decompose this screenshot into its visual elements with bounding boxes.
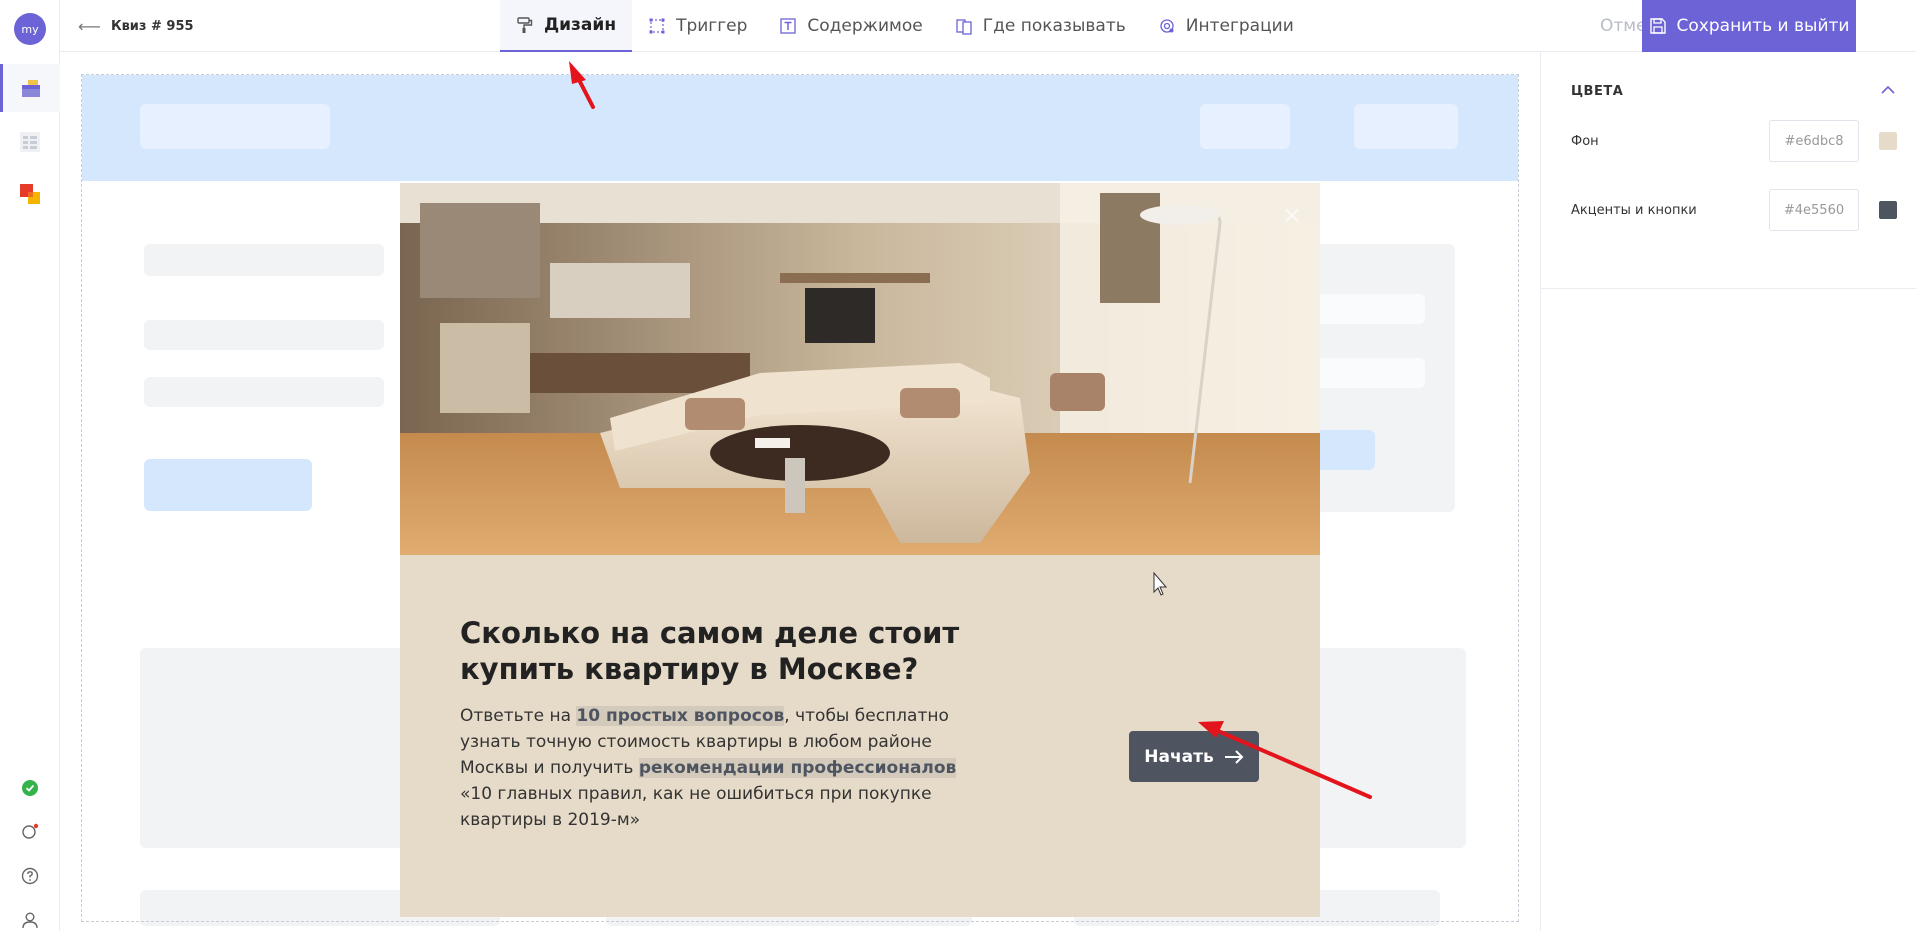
help-icon xyxy=(21,867,39,885)
profile-button[interactable] xyxy=(0,896,60,944)
color-swatch[interactable] xyxy=(1879,201,1897,219)
description-highlight: 10 простых вопросов xyxy=(576,706,785,726)
color-hex-input[interactable]: #4e5560 xyxy=(1769,189,1859,231)
status-check[interactable] xyxy=(0,764,60,812)
color-label: Фон xyxy=(1571,133,1599,149)
arrow-right-icon xyxy=(1224,749,1244,764)
description-highlight: рекомендации профессионалов xyxy=(638,758,957,778)
text-icon xyxy=(780,18,797,34)
color-row-accents: Акценты и кнопки #4e5560 xyxy=(1571,189,1897,231)
tab-where-to-show[interactable]: Где показывать xyxy=(939,0,1142,52)
description-text: «10 главных правил, как не ошибиться при… xyxy=(460,784,932,830)
tab-trigger-label: Триггер xyxy=(676,16,748,36)
popup-title: Сколько на самом деле стоит купить кварт… xyxy=(460,616,960,686)
start-button-label: Начать xyxy=(1144,746,1214,767)
colors-section: ЦВЕТА Фон #e6dbc8 Акценты и кнопки #4e55… xyxy=(1541,52,1916,289)
tab-design[interactable]: Дизайн xyxy=(500,0,633,52)
tab-design-label: Дизайн xyxy=(544,15,617,35)
help-button[interactable] xyxy=(0,852,60,900)
tab-integrations[interactable]: Интеграции xyxy=(1142,0,1310,52)
quiz-popup: × Сколько на самом деле стоит купить ква… xyxy=(400,183,1320,917)
floppy-disk-icon xyxy=(1649,18,1666,34)
pages-icon xyxy=(956,19,972,35)
tab-trigger[interactable]: Триггер xyxy=(632,0,763,52)
back-link[interactable]: ⟵ Квиз # 955 xyxy=(78,0,194,52)
color-swatch[interactable] xyxy=(1879,132,1897,150)
colors-section-title: ЦВЕТА xyxy=(1571,84,1624,99)
sidebar-item-quizzes[interactable] xyxy=(0,64,60,112)
tab-integrations-label: Интеграции xyxy=(1185,16,1294,36)
quiz-title: Квиз # 955 xyxy=(110,18,194,34)
color-label: Акценты и кнопки xyxy=(1571,202,1697,218)
tab-content-label: Содержимое xyxy=(807,16,923,36)
integrations-icon xyxy=(1160,19,1174,33)
left-sidebar: my xyxy=(0,0,60,931)
interior-photo: × xyxy=(400,183,1320,555)
paint-roller-icon xyxy=(517,17,533,33)
trigger-icon xyxy=(649,18,665,34)
avatar[interactable]: my xyxy=(14,13,46,45)
settings-panel: ЦВЕТА Фон #e6dbc8 Акценты и кнопки #4e55… xyxy=(1540,52,1916,931)
close-icon[interactable]: × xyxy=(1282,201,1302,229)
sidebar-item-apps[interactable] xyxy=(0,170,60,218)
sidebar-item-list[interactable] xyxy=(0,118,60,166)
check-circle-icon xyxy=(22,780,38,796)
tab-where-to-show-label: Где показывать xyxy=(982,16,1126,36)
chat-icon xyxy=(22,823,39,839)
popup-description: Ответьте на 10 простых вопросов, чтобы б… xyxy=(460,703,960,833)
user-icon xyxy=(22,912,38,929)
arrow-left-icon: ⟵ xyxy=(78,16,101,36)
living-room-image xyxy=(400,183,1320,555)
description-text: Ответьте на xyxy=(460,706,577,726)
tabs: Дизайн Триггер Содержимое Где показывать xyxy=(500,0,1310,52)
color-hex-input[interactable]: #e6dbc8 xyxy=(1769,120,1859,162)
chevron-up-icon[interactable] xyxy=(1881,82,1895,98)
apps-icon xyxy=(20,184,40,204)
preview-canvas: × Сколько на самом деле стоит купить ква… xyxy=(60,52,1540,931)
start-button[interactable]: Начать xyxy=(1129,731,1259,782)
save-and-exit-label: Сохранить и выйти xyxy=(1676,16,1850,36)
tab-content[interactable]: Содержимое xyxy=(763,0,938,52)
box-icon xyxy=(21,80,40,97)
chat-button[interactable] xyxy=(0,808,60,856)
color-row-background: Фон #e6dbc8 xyxy=(1571,120,1897,162)
list-icon xyxy=(20,132,40,152)
top-bar: ⟵ Квиз # 955 Дизайн Триггер Содержимое Г… xyxy=(60,0,1916,52)
save-and-exit-button[interactable]: Сохранить и выйти xyxy=(1642,0,1856,52)
